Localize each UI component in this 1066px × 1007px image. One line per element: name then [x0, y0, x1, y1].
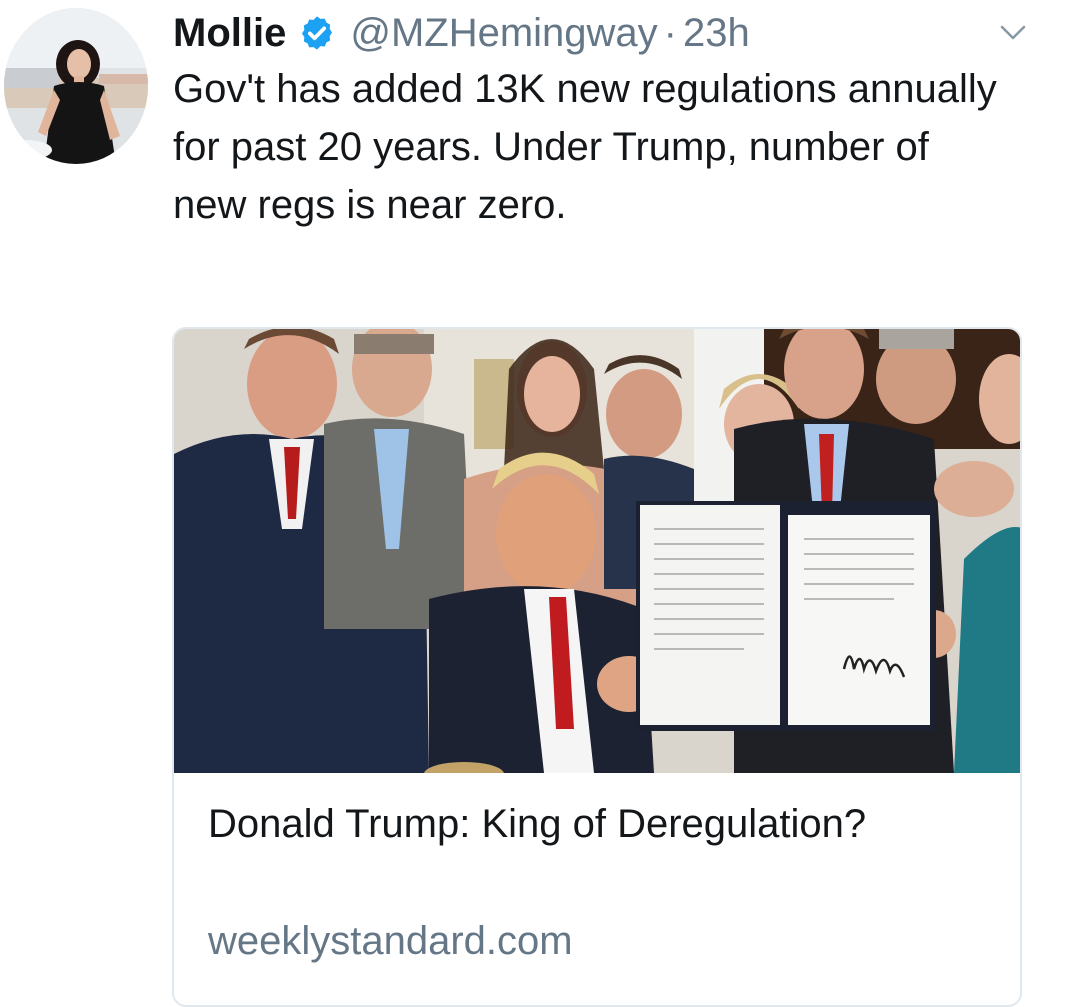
photo-signing-ceremony-image [174, 329, 1020, 773]
card-domain[interactable]: weeklystandard.com [208, 919, 573, 964]
tweet-text: Gov't has added 13K new regulations annu… [173, 67, 997, 227]
chevron-down-icon[interactable] [998, 18, 1028, 48]
tweet-header: Mollie @MZHemingway · 23h [173, 8, 996, 58]
tweet[interactable]: Mollie @MZHemingway · 23h Gov't has adde… [0, 0, 1066, 1007]
card-title[interactable]: Donald Trump: King of Deregulation? [208, 797, 988, 851]
verified-badge-icon [302, 16, 333, 50]
executive-order-document [636, 501, 936, 731]
profile-photo-image [4, 8, 148, 164]
card-image [174, 329, 1020, 773]
link-card[interactable]: Donald Trump: King of Deregulation? week… [172, 327, 1022, 1007]
avatar[interactable] [4, 8, 148, 164]
separator-dot: · [663, 10, 677, 55]
author-name[interactable]: Mollie [173, 11, 286, 56]
author-handle[interactable]: @MZHemingway [350, 11, 657, 56]
tweet-timestamp[interactable]: 23h [683, 11, 750, 56]
